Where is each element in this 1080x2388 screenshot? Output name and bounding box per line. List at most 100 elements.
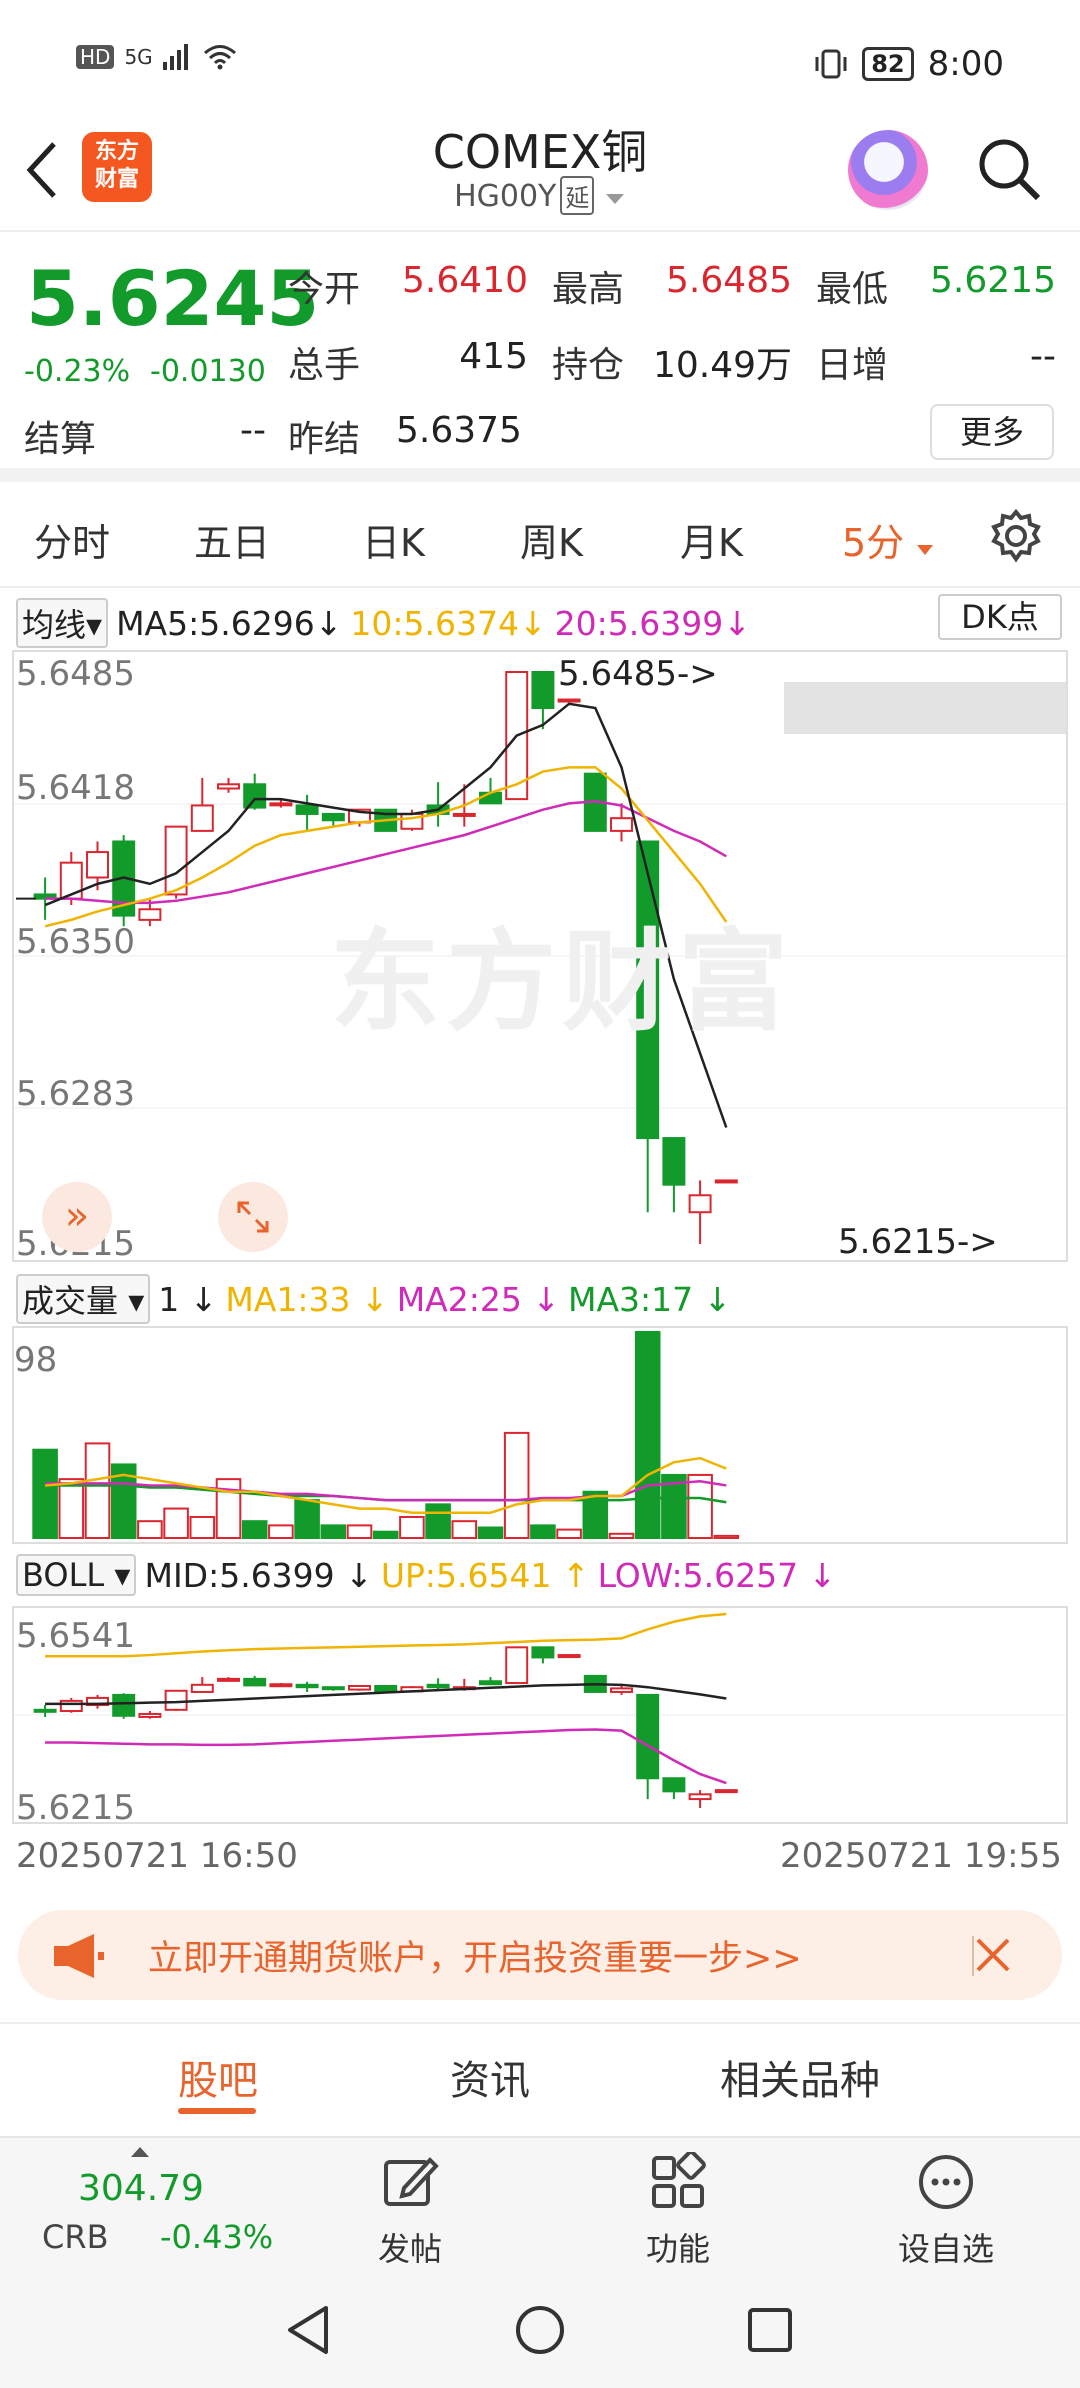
- high-marker: 5.6485->: [558, 654, 718, 694]
- post-button[interactable]: 发帖: [340, 2152, 480, 2270]
- functions-button[interactable]: 功能: [608, 2150, 748, 2270]
- back-nav-icon[interactable]: [280, 2300, 340, 2360]
- home-nav-icon[interactable]: [510, 2300, 570, 2360]
- dk-points-button[interactable]: DK点: [938, 594, 1062, 640]
- volume-bar: [163, 1507, 189, 1539]
- search-icon: [979, 139, 1041, 201]
- tab-intraday[interactable]: 分时: [34, 512, 110, 567]
- tab-5min[interactable]: 5分: [842, 512, 934, 567]
- boll-candle: [479, 1680, 502, 1686]
- volume-current-text: 1: [158, 1279, 180, 1319]
- volume-bar: [372, 1530, 399, 1540]
- volume-bar: [451, 1520, 478, 1539]
- volume-bar: [399, 1515, 425, 1540]
- candle: [269, 802, 293, 807]
- boll-candle: [636, 1693, 660, 1780]
- more-button[interactable]: 更多: [930, 404, 1054, 460]
- boll-candle: [348, 1685, 371, 1691]
- boll-candle: [662, 1777, 686, 1793]
- ma-legend: 均线▾ MA5:5.6296↓ 10:5.6374↓ 20:5.6399↓: [16, 598, 751, 648]
- candle: [321, 812, 345, 822]
- volume-bar: [634, 1331, 661, 1539]
- price-axis-label: 5.6418: [16, 768, 135, 808]
- volume-bar: [477, 1526, 504, 1539]
- account-promo-banner[interactable]: 立即开通期货账户，开启投资重要一步>>: [18, 1910, 1062, 2000]
- tab-news[interactable]: 资讯: [450, 2048, 530, 2106]
- ma5-text: MA5:5.6296: [116, 603, 315, 643]
- boll-candle: [59, 1699, 83, 1713]
- vibrate-icon: [815, 49, 847, 79]
- expand-left-button[interactable]: »: [42, 1182, 112, 1252]
- volume-bar: [346, 1524, 373, 1540]
- volume-value: 415: [459, 336, 528, 377]
- volume-chart-panel[interactable]: [12, 1326, 1068, 1544]
- candle: [662, 1137, 686, 1186]
- caret-up-icon: [131, 2147, 149, 2157]
- volume-chart[interactable]: [14, 1328, 1066, 1542]
- index-change: -0.43%: [160, 2218, 274, 2256]
- boll-axis-label: 5.6541: [16, 1616, 135, 1656]
- wifi-icon: [203, 45, 236, 70]
- banner-close-button[interactable]: [968, 1920, 1018, 2002]
- ma10-text: 10:5.6374: [350, 603, 519, 643]
- period-tabs: 分时 五日 日K 周K 月K 5分: [0, 496, 1080, 588]
- vol-ma1-text: MA1:33: [225, 1279, 351, 1319]
- vol-ma3-text: MA3:17: [567, 1279, 694, 1319]
- fullscreen-button[interactable]: [218, 1182, 288, 1252]
- active-tab-indicator: [178, 2108, 256, 2114]
- boll-candle: [321, 1686, 345, 1691]
- settle-label: 结算: [24, 419, 97, 460]
- boll-legend: BOLL ▾ MID:5.6399 ↓ UP:5.6541 ↑ LOW:5.62…: [16, 1554, 836, 1596]
- boll-candle: [190, 1683, 214, 1693]
- tab-monthly-k[interactable]: 月K: [680, 512, 743, 567]
- add-watchlist-button[interactable]: 设自选: [876, 2152, 1016, 2270]
- index-ticker[interactable]: 304.79 CRB -0.43%: [30, 2138, 290, 2276]
- watermark-text: 东方财富: [330, 918, 794, 1046]
- price-axis-label: 5.6485: [16, 654, 135, 694]
- volume-bar: [32, 1448, 58, 1539]
- volume-bar: [425, 1503, 451, 1539]
- tab-related-products[interactable]: 相关品种: [720, 2048, 880, 2106]
- volume-dropdown[interactable]: 成交量 ▾: [16, 1274, 151, 1324]
- volume-legend: 成交量 ▾ 1 ↓ MA1:33 ↓ MA2:25 ↓ MA3:17 ↓: [16, 1274, 731, 1324]
- tab-daily-k[interactable]: 日K: [362, 512, 425, 567]
- dropdown-icon: [605, 194, 624, 204]
- assistant-avatar[interactable]: [848, 130, 928, 210]
- volume-bar: [320, 1524, 347, 1540]
- volume-bar: [713, 1534, 740, 1540]
- boll-chart[interactable]: [14, 1608, 1066, 1822]
- candle: [610, 817, 633, 832]
- recents-nav-icon[interactable]: [740, 2300, 800, 2360]
- indicator-dropdown[interactable]: 均线▾: [16, 598, 109, 648]
- bottom-toolbar: 304.79 CRB -0.43% 发帖 功能 设自选: [0, 2136, 1080, 2274]
- edit-icon: [384, 2157, 439, 2206]
- candle: [557, 698, 581, 703]
- volume-bar: [189, 1515, 216, 1540]
- candle: [138, 908, 162, 921]
- ma20-value: 20:5.6399↓: [554, 603, 751, 643]
- tab-five-day[interactable]: 五日: [194, 512, 270, 567]
- volume-bar: [530, 1524, 556, 1540]
- search-button[interactable]: [974, 134, 1044, 204]
- boll-candle: [217, 1677, 240, 1682]
- boll-axis-label: 5.6215: [16, 1788, 135, 1828]
- settle-value: --: [240, 410, 266, 451]
- volume-bar: [84, 1442, 111, 1539]
- volume-bar: [556, 1528, 582, 1540]
- candle: [217, 783, 240, 790]
- boll-up: UP:5.6541 ↑: [380, 1555, 590, 1595]
- chart-settings-button[interactable]: [988, 508, 1044, 564]
- boll-chart-panel[interactable]: [12, 1606, 1068, 1824]
- boll-candle: [505, 1646, 529, 1685]
- volume-bar: [582, 1490, 609, 1539]
- tab-weekly-k[interactable]: 周K: [520, 512, 583, 567]
- volume-label: 总手: [288, 345, 361, 386]
- tab-forum[interactable]: 股吧: [178, 2048, 258, 2106]
- volume-axis-label: 98: [14, 1340, 58, 1380]
- ma10-value: 10:5.6374↓: [350, 603, 547, 643]
- vol-ma1: MA1:33 ↓: [225, 1279, 389, 1319]
- prev-settle-value: 5.6375: [396, 410, 522, 451]
- change-amount: -0.0130: [150, 354, 266, 389]
- hd-icon: HD: [76, 45, 115, 69]
- boll-dropdown[interactable]: BOLL ▾: [16, 1554, 137, 1596]
